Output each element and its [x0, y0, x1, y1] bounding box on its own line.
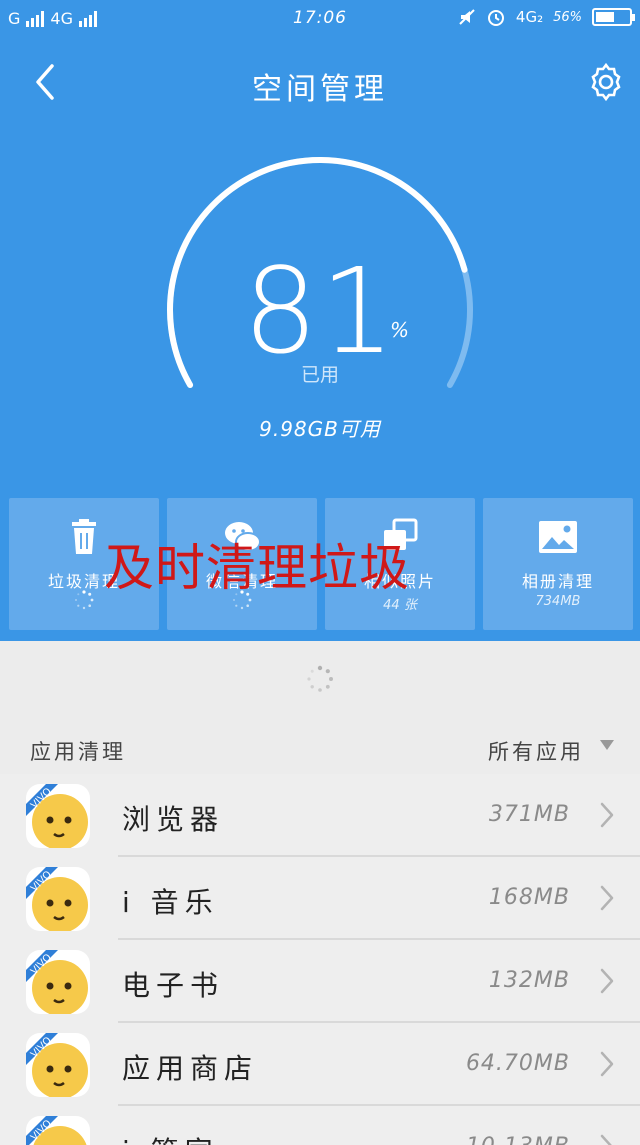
chevron-right-icon[interactable]	[600, 1051, 614, 1077]
tile-album-cleanup[interactable]: 相册清理 734MB	[483, 498, 633, 630]
mute-icon	[459, 9, 475, 25]
battery-text: 56%	[553, 9, 582, 25]
app-filter-dropdown[interactable]: 所有应用	[488, 736, 584, 766]
chevron-right-icon[interactable]	[600, 885, 614, 911]
app-icon: VIVO	[26, 867, 90, 931]
app-icon: VIVO	[26, 1116, 90, 1145]
app-size: 371MB	[488, 802, 570, 827]
app-name: i 管家	[122, 1130, 219, 1145]
app-name: 电子书	[122, 969, 225, 1002]
tile-label: 相册清理	[521, 572, 594, 591]
used-label: 已用	[300, 364, 339, 386]
list-item-5[interactable]: VIVO i 管家 10.13MB	[0, 1106, 640, 1145]
status-bar: G 4G 17:06 4G₂ 56%	[0, 0, 640, 36]
list-item-4[interactable]: VIVO 应用商店 64.70MB	[0, 1023, 640, 1106]
app-size: 132MB	[488, 968, 570, 993]
emoji-face-icon: VIVO	[26, 867, 88, 931]
available-space: 9.98GB可用	[259, 417, 381, 441]
page-title: 空间管理	[252, 72, 388, 107]
app-list: VIVO 浏览器 371MB VIVO i 音乐 168MB VIVO 电子书 …	[0, 774, 640, 1145]
chevron-right-icon[interactable]	[600, 1134, 614, 1145]
list-item-1[interactable]: VIVO 浏览器 371MB	[0, 774, 640, 857]
app-name: 应用商店	[122, 1052, 259, 1085]
trash-icon	[72, 519, 96, 554]
network-label-2: 4G₂	[515, 8, 544, 26]
chevron-right-icon[interactable]	[600, 968, 614, 994]
app-icon: VIVO	[26, 784, 90, 848]
loading-spinner-icon	[75, 590, 94, 610]
app-size: 10.13MB	[466, 1134, 570, 1145]
battery-icon	[592, 8, 635, 26]
chevron-right-icon[interactable]	[600, 802, 614, 828]
status-right: 4G₂ 56%	[458, 7, 635, 27]
section-title: 应用清理	[30, 740, 126, 764]
list-item-2[interactable]: VIVO i 音乐 168MB	[0, 857, 640, 940]
app-icon: VIVO	[26, 950, 90, 1014]
emoji-face-icon: VIVO	[26, 950, 88, 1014]
dropdown-caret-icon[interactable]	[600, 740, 614, 750]
percent-sign: %	[390, 318, 410, 342]
list-item-3[interactable]: VIVO 电子书 132MB	[0, 940, 640, 1023]
emoji-face-icon: VIVO	[26, 784, 88, 848]
emoji-face-icon: VIVO	[26, 1116, 87, 1145]
loading-spinner-icon	[307, 665, 333, 692]
app-name: i 音乐	[122, 886, 219, 919]
app-name: 浏览器	[122, 803, 225, 836]
app-size: 64.70MB	[465, 1051, 570, 1076]
gear-icon[interactable]	[584, 60, 628, 104]
app-icon: VIVO	[26, 1033, 90, 1097]
alarm-icon	[487, 10, 504, 26]
app-cleanup-header: 应用清理 所有应用	[0, 724, 640, 774]
app-size: 168MB	[488, 885, 570, 910]
overlay-caption: 及时清理垃圾	[104, 539, 410, 597]
picture-icon	[539, 521, 577, 553]
tile-sub: 734MB	[535, 594, 581, 609]
emoji-face-icon: VIVO	[26, 1033, 88, 1097]
